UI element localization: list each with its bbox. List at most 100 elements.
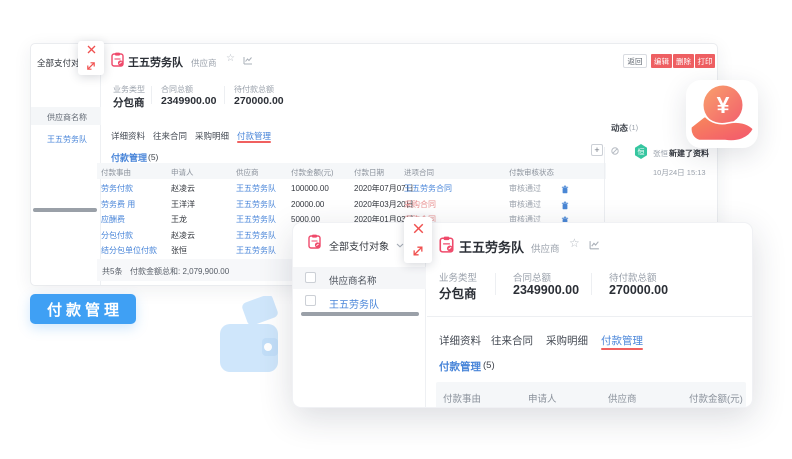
row-checkbox[interactable] (305, 295, 316, 306)
star-icon[interactable]: ☆ (569, 236, 580, 250)
col-reason: 付款事由 (443, 391, 481, 405)
payee-filter-dropdown[interactable]: 全部支付对象 (329, 238, 389, 253)
avatar: 恒 (634, 144, 648, 159)
cell-applicant: 赵凌云 (171, 228, 195, 243)
close-icon[interactable] (87, 45, 96, 54)
cell-supplier[interactable]: 王五劳务队 (236, 212, 276, 227)
trend-icon[interactable] (589, 240, 600, 250)
cell-reason[interactable]: 结分包单位付款 (101, 243, 157, 258)
tab-details[interactable]: 详细资料 (111, 130, 145, 142)
stat-value: 270000.00 (234, 95, 284, 107)
back-button[interactable]: 返回 (623, 54, 647, 68)
tab-purchase[interactable]: 采购明细 (195, 130, 229, 142)
cell-applicant: 赵凌云 (171, 181, 195, 196)
tab-payments[interactable]: 付款管理 (601, 333, 643, 348)
supplier-name-header: 供应商名称 (47, 112, 87, 123)
activity-count: (1) (629, 123, 638, 132)
cell-applicant: 张恒 (171, 243, 187, 258)
back-page-title: 王五劳务队 (128, 54, 183, 70)
stat-divider (495, 273, 496, 295)
col-contract: 进项合同 (404, 167, 434, 178)
cell-amount: 20000.00 (291, 197, 324, 212)
tab-contracts[interactable]: 往来合同 (491, 333, 533, 348)
back-sidebar-item-supplier[interactable]: 王五劳务队 (47, 134, 87, 145)
detail-window-front: 全部支付对象 供应商名称 王五劳务队 王五劳务队 供应商 ☆ 业务类型 分包商 (292, 222, 753, 408)
front-entity-type: 供应商 (531, 241, 560, 255)
active-tab-underline (237, 141, 271, 143)
wallet-icon (218, 296, 282, 386)
clipboard-icon (308, 234, 321, 249)
stat-divider (224, 86, 225, 104)
add-payment-button[interactable]: + (591, 144, 603, 156)
star-icon[interactable]: ☆ (226, 53, 235, 64)
payment-feature-card: ¥ (686, 80, 758, 148)
stat-value: 分包商 (113, 95, 145, 110)
cell-supplier[interactable]: 王五劳务队 (236, 181, 276, 196)
tab-contracts[interactable]: 往来合同 (153, 130, 187, 142)
status-icon (611, 147, 619, 155)
chevron-down-icon[interactable] (396, 243, 404, 248)
front-sidebar-item[interactable]: 王五劳务队 (293, 289, 426, 311)
col-date: 付款日期 (354, 167, 384, 178)
stat-divider (591, 273, 592, 295)
stat-value: 270000.00 (609, 283, 668, 297)
col-amount: 付款金额(元) (689, 391, 743, 405)
activity-title: 动态 (611, 122, 628, 134)
cell-reason[interactable]: 劳务费 用 (101, 197, 135, 212)
cell-supplier[interactable]: 王五劳务队 (236, 243, 276, 258)
cell-applicant: 王龙 (171, 212, 187, 227)
tab-purchase[interactable]: 采购明细 (546, 333, 588, 348)
sidebar-hscrollbar[interactable] (301, 312, 419, 316)
delete-button[interactable]: 删除 (673, 54, 694, 68)
edit-button[interactable]: 编辑 (651, 54, 672, 68)
cell-status: 审核通过 (509, 181, 541, 196)
cell-applicant: 王洋洋 (171, 197, 195, 212)
section-title: 付款管理 (439, 359, 481, 374)
close-icon[interactable] (413, 223, 424, 234)
col-applicant: 申请人 (171, 167, 194, 178)
cell-reason[interactable]: 劳务付款 (101, 181, 133, 196)
expand-icon[interactable] (86, 61, 96, 71)
stat-value: 2349900.00 (161, 95, 216, 107)
trend-icon[interactable] (243, 56, 253, 65)
activity-user: 张恒 (653, 148, 668, 159)
cell-amount: 100000.00 (291, 181, 329, 196)
front-sidebar-column-header: 供应商名称 (293, 267, 426, 289)
section-count: (5) (148, 152, 158, 162)
table-header-row: 付款事由 申请人 供应商 付款金额(元) (436, 382, 746, 408)
col-supplier: 供应商 (236, 167, 259, 178)
activity-time: 10月24日 15:13 (653, 167, 706, 178)
tab-details[interactable]: 详细资料 (439, 333, 481, 348)
back-sidebar-column-header: 供应商名称 (31, 107, 101, 125)
cell-contract[interactable]: 采购合同 (404, 197, 436, 212)
yuan-symbol: ¥ (717, 92, 730, 118)
cell-reason[interactable]: 分包付款 (101, 228, 133, 243)
cell-supplier[interactable]: 王五劳务队 (236, 228, 276, 243)
section-count: (5) (483, 360, 495, 371)
back-window-controls (78, 41, 104, 75)
active-tab-underline (601, 348, 643, 350)
supplier-name-header: 供应商名称 (329, 273, 377, 287)
print-button[interactable]: 打印 (695, 54, 715, 68)
coin-hand-icon: ¥ (686, 80, 758, 148)
footer-sum: 付款金额总和: 2,079,900.00 (130, 266, 229, 277)
expand-icon[interactable] (412, 245, 424, 257)
stat-label: 待付款总额 (234, 84, 274, 95)
stat-label: 业务类型 (439, 270, 477, 284)
select-all-checkbox[interactable] (305, 272, 316, 283)
col-status: 付款审核状态 (509, 167, 554, 178)
footer-count: 共5条 (102, 266, 122, 277)
col-amount: 付款金额(元) (291, 167, 334, 178)
stat-label: 合同总额 (161, 84, 193, 95)
feature-label: 付款管理 (30, 294, 136, 324)
cell-supplier[interactable]: 王五劳务队 (236, 197, 276, 212)
stat-divider (151, 86, 152, 104)
cell-status: 审核通过 (509, 197, 541, 212)
stat-label: 业务类型 (113, 84, 145, 95)
stat-label: 合同总额 (513, 270, 551, 284)
activity-action: 新建了资料 (669, 148, 709, 159)
cell-contract[interactable]: 王五劳务合同 (404, 181, 452, 196)
cell-reason[interactable]: 应酬费 (101, 212, 125, 227)
page: 全部支付对象 供应商名称 王五劳务队 王五劳务队 供应商 ☆ (0, 0, 792, 459)
table-row: 劳务付款赵凌云王五劳务队100000.002020年07月07日王五劳务合同审核… (31, 181, 606, 196)
